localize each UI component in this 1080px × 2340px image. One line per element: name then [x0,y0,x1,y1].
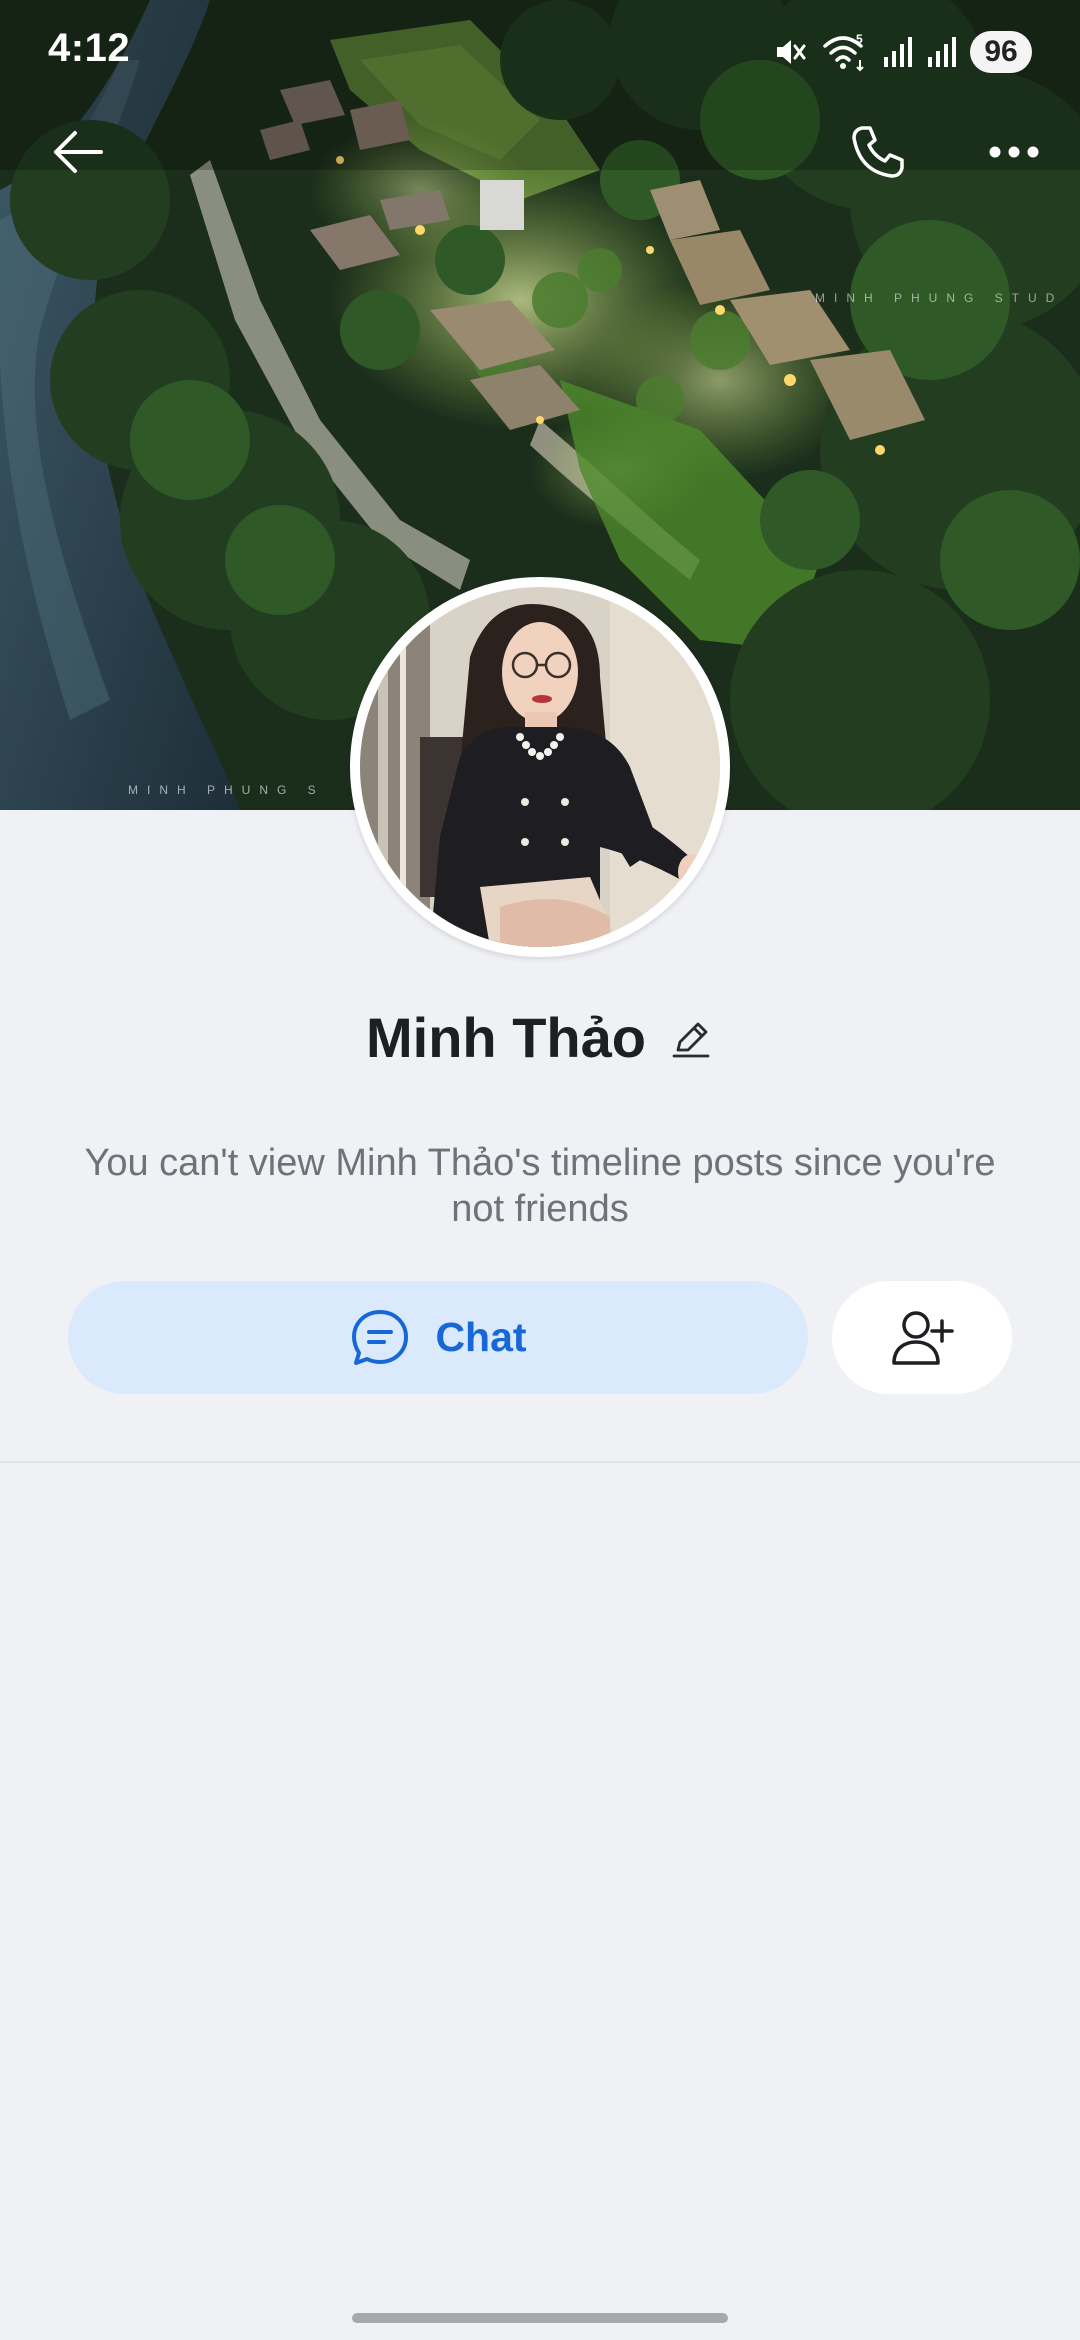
back-button[interactable] [46,120,110,184]
profile-avatar[interactable] [350,577,730,957]
signal-icon [926,35,956,69]
arrow-left-icon [54,131,103,173]
status-icons: 5 96 [772,28,1032,76]
home-indicator[interactable] [352,2313,728,2323]
signal-icon [882,35,912,69]
section-divider [0,1461,1080,1463]
cover-watermark-top: MINH PHUNG STUD [815,291,1063,305]
edit-name-button[interactable] [668,1016,714,1062]
mute-icon [772,34,808,70]
wifi-badge: 5 [856,32,863,46]
cover-watermark-bottom: MINH PHUNG S [128,783,325,797]
profile-name-row: Minh Thảo [0,998,1080,1076]
phone-icon [852,126,904,178]
add-friend-button[interactable] [832,1281,1012,1394]
chat-button-label: Chat [435,1314,527,1360]
more-horizontal-icon [989,146,1039,158]
more-options-button[interactable] [982,120,1046,184]
battery-icon: 96 [970,31,1032,73]
pencil-icon [672,1022,710,1058]
profile-name: Minh Thảo [366,1005,646,1069]
call-button[interactable] [846,120,910,184]
wifi-icon: 5 [822,32,868,72]
not-friends-notice: You can't view Minh Thảo's timeline post… [84,1142,996,1230]
chat-bubble-icon [352,1309,409,1365]
chat-button[interactable]: Chat [68,1281,808,1394]
status-time: 4:12 [48,26,131,70]
add-friend-icon [892,1310,954,1365]
status-bar: 4:12 5 96 [0,0,1080,100]
avatar-photo [360,587,720,947]
